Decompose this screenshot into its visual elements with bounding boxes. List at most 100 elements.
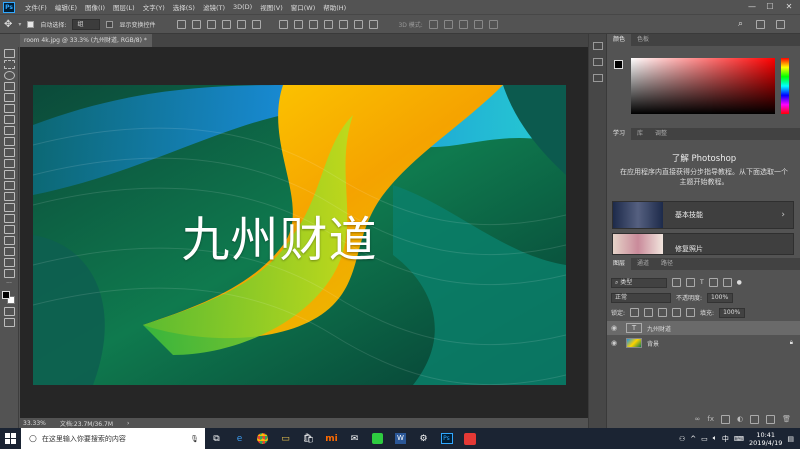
blend-mode-dropdown[interactable]: 正常: [611, 292, 671, 303]
move-tool-icon[interactable]: ✥: [4, 19, 12, 30]
color-swatches[interactable]: [2, 291, 16, 305]
hand-tool-icon[interactable]: [3, 258, 15, 267]
filter-adjustment-icon[interactable]: [686, 278, 695, 287]
search-icon[interactable]: ⌕: [738, 19, 743, 29]
menu-window[interactable]: 窗口(W): [287, 2, 320, 12]
trash-icon[interactable]: 🗑︎: [782, 415, 791, 423]
share-icon[interactable]: [776, 20, 785, 29]
menu-select[interactable]: 选择(S): [169, 2, 199, 12]
word-icon[interactable]: W: [389, 428, 412, 449]
3d-scale-icon[interactable]: [488, 19, 498, 29]
menu-layer[interactable]: 图层(L): [109, 2, 139, 12]
zoom-level[interactable]: 33.33%: [23, 420, 46, 427]
align-vcenter-icon[interactable]: [192, 19, 202, 29]
opacity-input[interactable]: 100%: [707, 292, 734, 303]
clone-stamp-tool-icon[interactable]: [3, 148, 15, 157]
tab-channels[interactable]: 通道: [631, 258, 655, 270]
healing-brush-tool-icon[interactable]: [3, 126, 15, 135]
clock[interactable]: 10:41 2019/4/19: [749, 431, 782, 447]
taskbar-search-box[interactable]: ○ 在这里输入你要搜索的内容 🎙︎: [21, 428, 205, 449]
close-button[interactable]: ✕: [781, 0, 797, 14]
people-icon[interactable]: ⚇: [679, 435, 685, 443]
lock-all-icon[interactable]: [686, 308, 696, 317]
menu-type[interactable]: 文字(Y): [139, 2, 169, 12]
show-transform-checkbox[interactable]: [106, 20, 114, 28]
menu-image[interactable]: 图像(I): [81, 2, 109, 12]
edge-icon[interactable]: e: [228, 428, 251, 449]
status-menu-arrow-icon[interactable]: ›: [127, 420, 129, 427]
move-tool-icon[interactable]: [3, 49, 15, 58]
distribute-top-icon[interactable]: [279, 19, 289, 29]
3d-rotate-icon[interactable]: [428, 19, 438, 29]
foreground-color-swatch[interactable]: [2, 291, 10, 299]
3d-slide-icon[interactable]: [473, 19, 483, 29]
distribute-hcenter-icon[interactable]: [339, 19, 349, 29]
input-language[interactable]: 中: [722, 434, 729, 444]
filter-shape-icon[interactable]: [708, 278, 718, 287]
auto-select-checkbox[interactable]: [27, 20, 35, 28]
task-view-icon[interactable]: ⧉: [205, 428, 228, 449]
layer-row-text[interactable]: ◉ T 九州财道: [607, 321, 800, 335]
tab-libraries[interactable]: 库: [631, 128, 649, 140]
visibility-eye-icon[interactable]: ◉: [607, 324, 621, 332]
red-app-icon[interactable]: [458, 428, 481, 449]
type-tool-icon[interactable]: [3, 225, 15, 234]
layer-filter-dropdown[interactable]: ⌕ 类型: [611, 277, 667, 288]
menu-filter[interactable]: 滤镜(T): [199, 2, 229, 12]
marquee-tool-icon[interactable]: [3, 60, 15, 69]
tab-layers[interactable]: 图层: [607, 258, 632, 270]
settings-icon[interactable]: ⚙: [412, 428, 435, 449]
filter-pixel-icon[interactable]: [672, 278, 681, 287]
quick-select-tool-icon[interactable]: [3, 82, 15, 91]
color-picker-field[interactable]: [631, 58, 775, 114]
pen-tool-icon[interactable]: [3, 214, 15, 223]
xiaomi-icon[interactable]: mi: [320, 428, 343, 449]
align-bottom-icon[interactable]: [207, 19, 217, 29]
layer-name[interactable]: 九州财道: [647, 324, 671, 333]
volume-icon[interactable]: 🔈︎: [713, 434, 717, 443]
tab-color[interactable]: 颜色: [607, 34, 632, 46]
crop-tool-icon[interactable]: [3, 93, 15, 102]
align-hcenter-icon[interactable]: [237, 19, 247, 29]
history-panel-icon[interactable]: [592, 42, 603, 50]
auto-select-dropdown[interactable]: 组: [72, 18, 101, 30]
tab-paths[interactable]: 路径: [655, 258, 679, 270]
add-mask-icon[interactable]: [721, 414, 730, 424]
lock-position-icon[interactable]: [658, 308, 668, 317]
properties-panel-icon[interactable]: [592, 74, 603, 82]
menu-3d[interactable]: 3D(D): [229, 3, 256, 11]
workspace-icon[interactable]: [756, 20, 765, 29]
align-top-icon[interactable]: [177, 19, 187, 29]
tool-preset-dropdown[interactable]: ▾: [18, 21, 21, 28]
layer-name[interactable]: 背景: [647, 339, 659, 348]
quick-mask-icon[interactable]: [3, 307, 15, 316]
brush-tool-icon[interactable]: [3, 137, 15, 146]
tab-learn[interactable]: 学习: [607, 128, 632, 140]
fx-icon[interactable]: fx: [707, 415, 714, 423]
adjustment-layer-icon[interactable]: ◐: [737, 415, 743, 423]
notification-icon[interactable]: ▤: [787, 435, 794, 443]
distribute-right-icon[interactable]: [354, 19, 364, 29]
new-layer-icon[interactable]: [766, 414, 776, 424]
menu-help[interactable]: 帮助(H): [319, 2, 350, 12]
store-icon[interactable]: 🛍︎: [297, 428, 320, 449]
network-icon[interactable]: ▭: [701, 435, 708, 443]
more-tools-icon[interactable]: ···: [4, 280, 15, 289]
lock-pixels-icon[interactable]: [644, 308, 654, 317]
file-explorer-icon[interactable]: ▭: [274, 428, 297, 449]
chrome-icon[interactable]: [251, 428, 274, 449]
distribute-left-icon[interactable]: [324, 19, 334, 29]
hue-slider[interactable]: [781, 58, 789, 114]
align-right-icon[interactable]: [252, 19, 262, 29]
filter-type-icon[interactable]: T: [700, 279, 704, 286]
lasso-tool-icon[interactable]: [3, 71, 15, 80]
lock-artboard-icon[interactable]: [672, 308, 682, 317]
foreground-color-swatch[interactable]: [614, 60, 623, 69]
path-select-tool-icon[interactable]: [3, 236, 15, 245]
document-tab[interactable]: room 4k.jpg @ 33.3% (九州财道, RGB/8) *: [20, 34, 152, 47]
photoshop-taskbar-icon[interactable]: Ps: [435, 428, 458, 449]
distribute-bottom-icon[interactable]: [309, 19, 319, 29]
lock-transparency-icon[interactable]: [630, 308, 640, 317]
tab-swatches[interactable]: 色板: [631, 34, 655, 46]
green-app-icon[interactable]: [366, 428, 389, 449]
